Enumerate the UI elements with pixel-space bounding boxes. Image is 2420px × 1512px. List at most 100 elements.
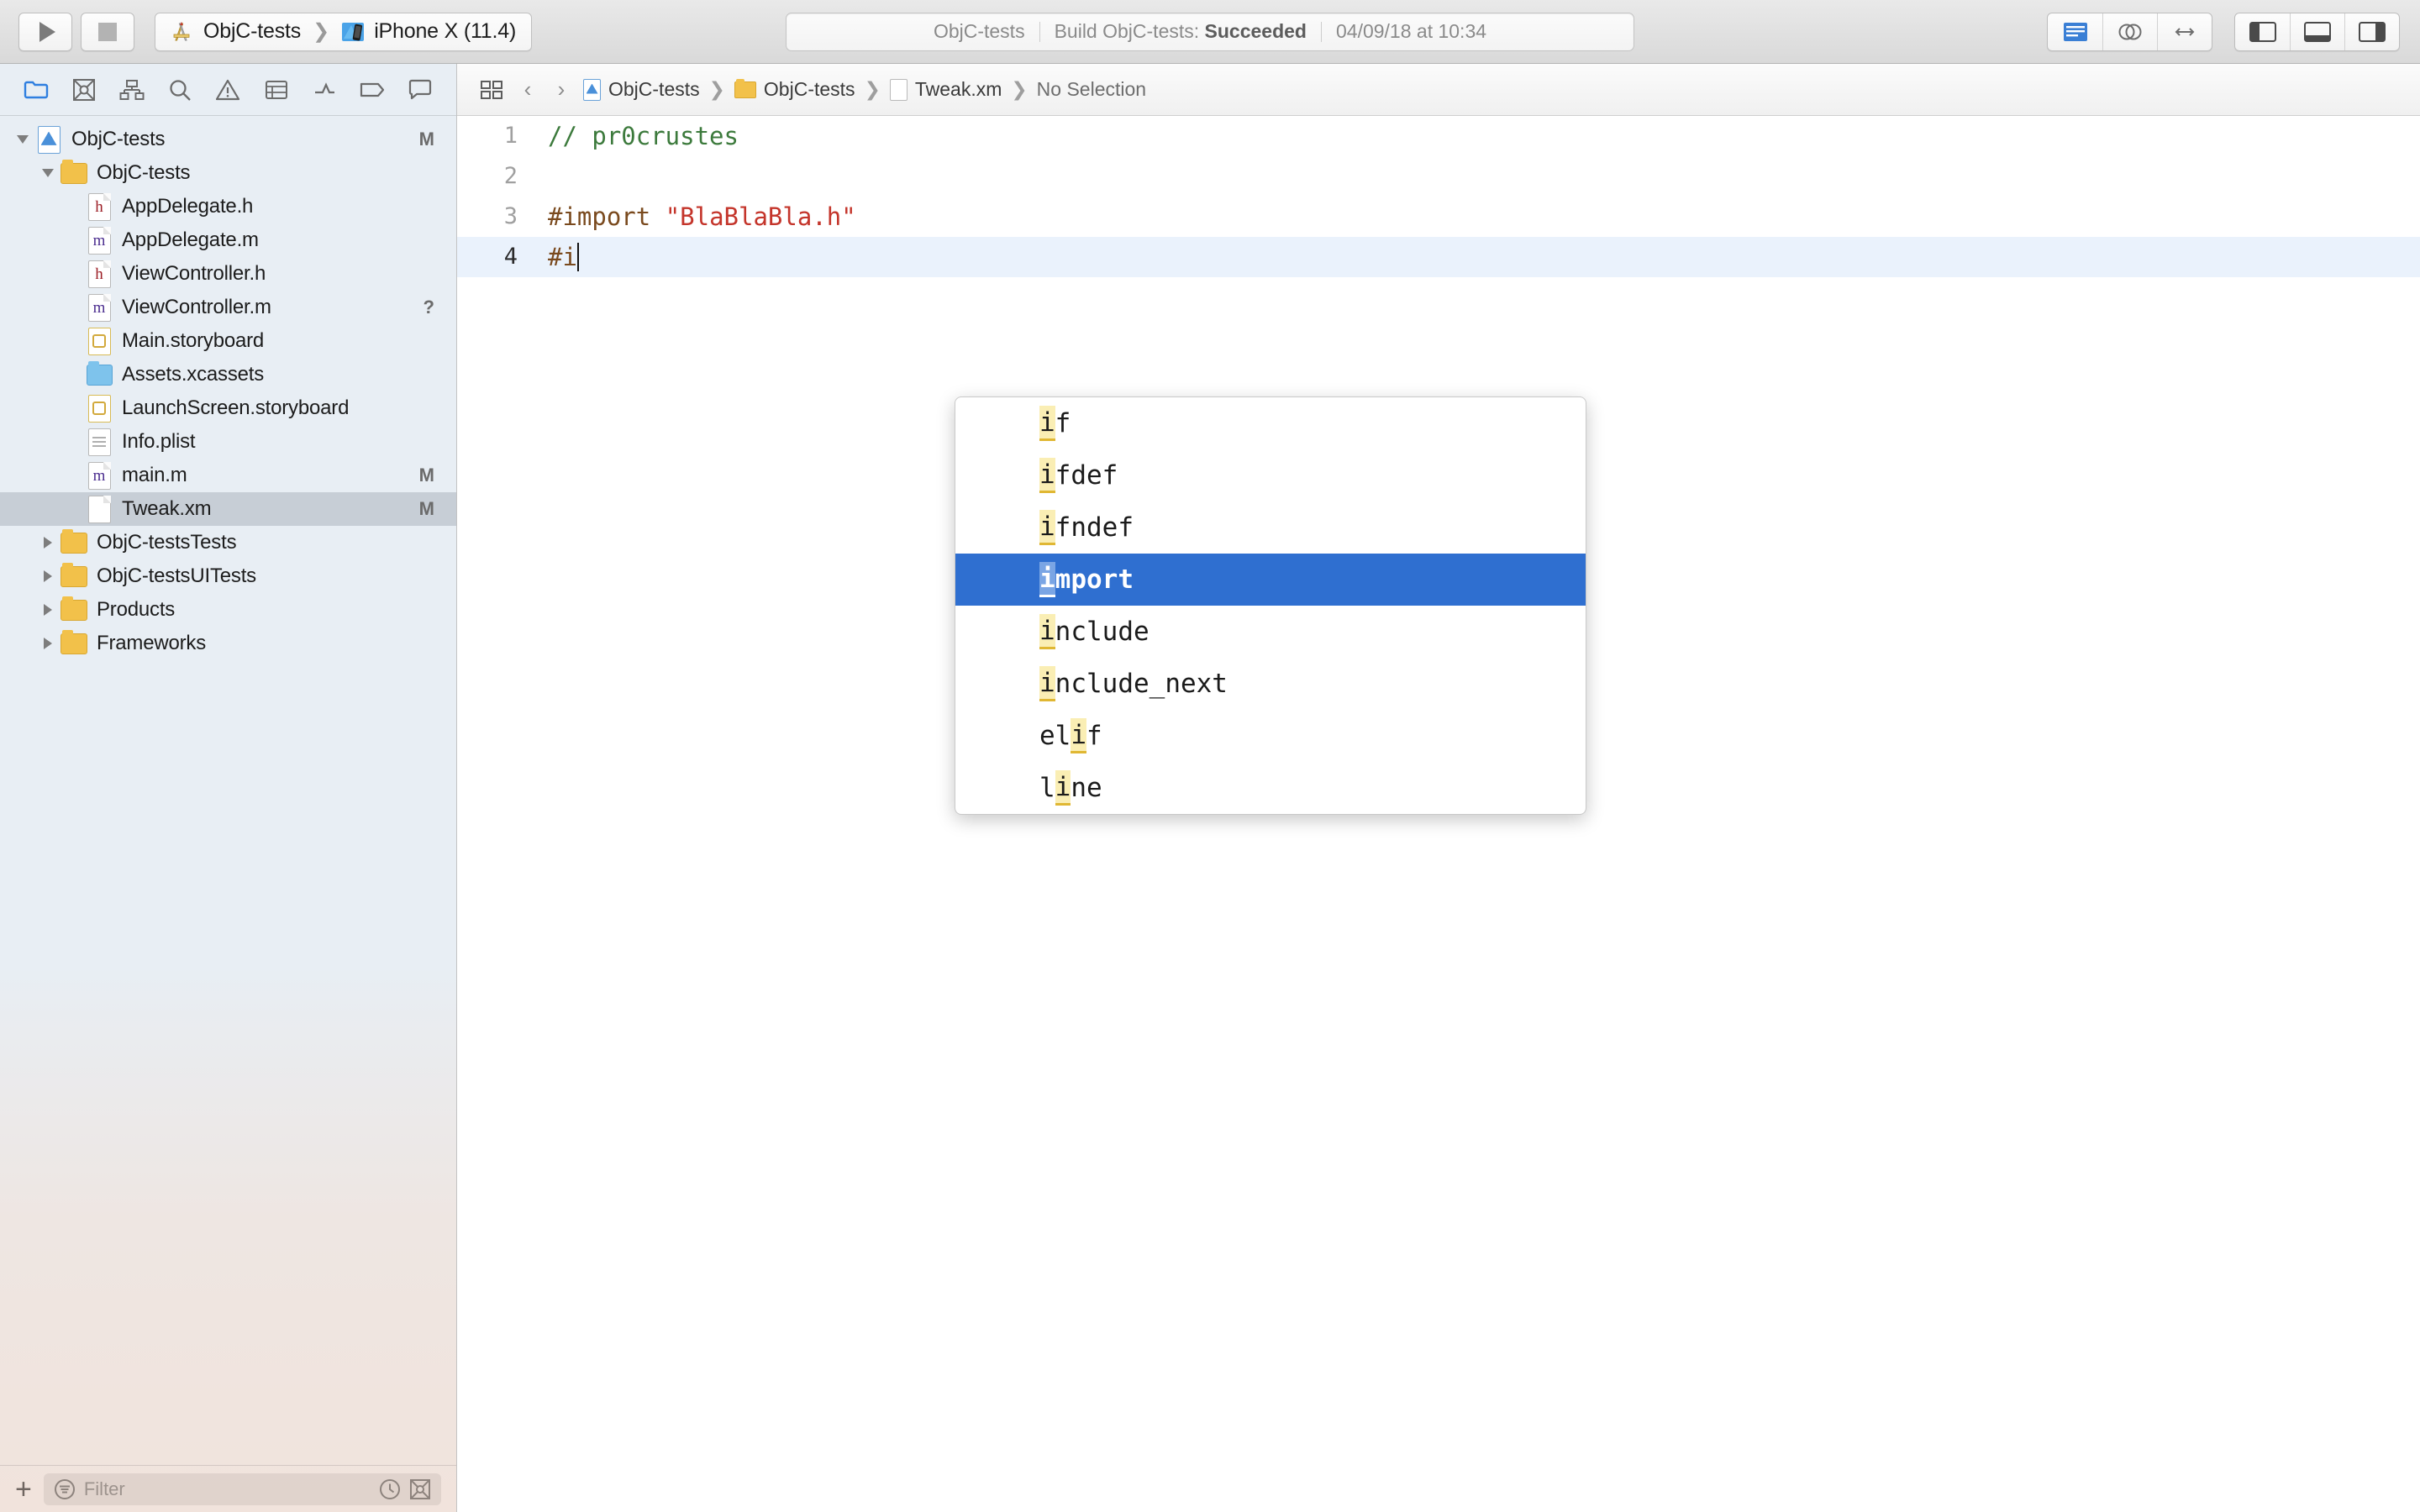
project-tree[interactable]: ObjC-testsMObjC-testshAppDelegate.hmAppD…: [0, 116, 456, 1465]
code-line[interactable]: 2: [457, 156, 2420, 197]
tree-row-label: ObjC-testsTests: [97, 531, 236, 554]
scm-status-badge: M: [419, 465, 434, 486]
completion-item[interactable]: elif: [955, 710, 1586, 762]
disclosure-triangle[interactable]: [37, 638, 59, 649]
completion-item[interactable]: ifdef: [955, 449, 1586, 501]
completion-match: i: [1039, 458, 1055, 493]
chevron-right-icon: [44, 537, 52, 549]
assistant-editor-icon[interactable]: [2102, 13, 2157, 50]
report-navigator-tab[interactable]: [398, 71, 442, 108]
breadcrumb-group[interactable]: ObjC-tests: [729, 78, 860, 101]
disclosure-triangle[interactable]: [37, 537, 59, 549]
tree-row[interactable]: mAppDelegate.m: [0, 223, 456, 257]
tree-row[interactable]: mmain.mM: [0, 459, 456, 492]
objc-file-icon: m: [88, 462, 111, 490]
tree-row[interactable]: hAppDelegate.h: [0, 190, 456, 223]
tree-row[interactable]: Main.storyboard: [0, 324, 456, 358]
debug-navigator-tab[interactable]: [302, 71, 346, 108]
symbol-navigator-tab[interactable]: [110, 71, 154, 108]
file-icon-wrap: [59, 600, 89, 621]
source-editor[interactable]: 1// pr0crustes23#import "BlaBlaBla.h"4#i…: [457, 116, 2420, 1512]
file-icon-wrap: h: [84, 260, 114, 288]
completion-item[interactable]: line: [955, 762, 1586, 814]
recent-files-icon[interactable]: [379, 1478, 401, 1500]
tree-row[interactable]: ObjC-tests: [0, 156, 456, 190]
completion-item[interactable]: if: [955, 397, 1586, 449]
disclosure-triangle[interactable]: [37, 570, 59, 582]
status-project: ObjC-tests: [919, 20, 1039, 43]
completion-suffix: mport: [1055, 564, 1134, 595]
breadcrumb-file[interactable]: Tweak.xm: [885, 78, 1007, 101]
disclosure-triangle[interactable]: [12, 135, 34, 144]
disclosure-triangle[interactable]: [37, 169, 59, 177]
breakpoint-navigator-tab[interactable]: [350, 71, 394, 108]
tree-row[interactable]: Info.plist: [0, 425, 456, 459]
filter-input[interactable]: Filter: [44, 1473, 441, 1505]
tree-row[interactable]: ObjC-testsM: [0, 123, 456, 156]
source-control-navigator-tab[interactable]: [62, 71, 106, 108]
file-icon-wrap: [34, 126, 64, 154]
completion-item[interactable]: ifndef: [955, 501, 1586, 554]
run-button[interactable]: [18, 13, 72, 51]
tree-row[interactable]: Frameworks: [0, 627, 456, 660]
line-number: 4: [457, 237, 534, 277]
breadcrumb-selection-label: No Selection: [1037, 78, 1146, 101]
jump-bar: ‹ › ObjC-tests ❯ ObjC-tests ❯ Tweak.xm ❯: [457, 64, 2420, 116]
tree-row[interactable]: h ViewController.h: [0, 257, 456, 291]
source-control-filter-icon[interactable]: [409, 1478, 431, 1500]
project-navigator-tab[interactable]: [14, 71, 58, 108]
tree-row[interactable]: ObjC-testsUITests: [0, 559, 456, 593]
code-completion-popup[interactable]: ififdefifndefimportincludeinclude_nextel…: [955, 396, 1586, 815]
navigator-toggle-icon[interactable]: [2235, 13, 2290, 50]
filter-icon: [54, 1478, 76, 1500]
tree-row[interactable]: Assets.xcassets: [0, 358, 456, 391]
find-navigator-tab[interactable]: [158, 71, 202, 108]
completion-list[interactable]: ififdefifndefimportincludeinclude_nextel…: [955, 397, 1586, 814]
add-file-button[interactable]: +: [15, 1475, 32, 1504]
related-items-icon[interactable]: [472, 71, 511, 108]
version-editor-icon[interactable]: [2157, 13, 2212, 50]
stop-button[interactable]: [81, 13, 134, 51]
disclosure-triangle[interactable]: [37, 604, 59, 616]
tree-row-label: AppDelegate.m: [122, 228, 259, 252]
line-number: 1: [457, 116, 534, 156]
test-navigator-tab[interactable]: [255, 71, 298, 108]
completion-suffix: f: [1086, 721, 1102, 751]
debug-area-toggle-icon[interactable]: [2290, 13, 2344, 50]
scheme-selector[interactable]: ObjC-tests ❯ iPhone X (11.4): [155, 13, 532, 51]
go-forward-button[interactable]: ›: [544, 71, 578, 108]
completion-suffix: f: [1055, 408, 1071, 438]
code-line[interactable]: 1// pr0crustes: [457, 116, 2420, 156]
utilities-toggle-icon[interactable]: [2344, 13, 2399, 50]
tree-row[interactable]: Products: [0, 593, 456, 627]
standard-editor-icon[interactable]: [2048, 13, 2102, 50]
tree-row-label: Frameworks: [97, 632, 206, 655]
completion-item[interactable]: include_next: [955, 658, 1586, 710]
activity-status-bar[interactable]: ObjC-tests Build ObjC-tests: Succeeded 0…: [786, 13, 1634, 51]
tree-row[interactable]: Tweak.xmM: [0, 492, 456, 526]
project-icon: [583, 79, 601, 101]
go-back-button[interactable]: ‹: [511, 71, 544, 108]
file-icon-wrap: m: [84, 462, 114, 490]
code-token: #import: [548, 202, 666, 231]
breadcrumb-selection[interactable]: No Selection: [1032, 78, 1151, 101]
file-icon-wrap: [59, 163, 89, 184]
code-line[interactable]: 4#i: [457, 237, 2420, 277]
code-lines[interactable]: 1// pr0crustes23#import "BlaBlaBla.h"4#i: [457, 116, 2420, 277]
line-number: 2: [457, 156, 534, 197]
tree-row[interactable]: ObjC-testsTests: [0, 526, 456, 559]
status-timestamp: 04/09/18 at 10:34: [1322, 20, 1501, 43]
completion-match: i: [1071, 718, 1086, 753]
code-line[interactable]: 3#import "BlaBlaBla.h": [457, 197, 2420, 237]
completion-suffix: nclude_next: [1055, 669, 1228, 699]
tree-row-label: ViewController.h: [122, 262, 266, 286]
completion-item[interactable]: include: [955, 606, 1586, 658]
breadcrumb-project[interactable]: ObjC-tests: [578, 78, 705, 101]
completion-match: i: [1039, 406, 1055, 441]
issue-navigator-tab[interactable]: [206, 71, 250, 108]
completion-match: i: [1039, 510, 1055, 545]
tree-row[interactable]: mViewController.m?: [0, 291, 456, 324]
tree-row[interactable]: LaunchScreen.storyboard: [0, 391, 456, 425]
completion-item[interactable]: import: [955, 554, 1586, 606]
filter-placeholder: Filter: [84, 1478, 125, 1500]
